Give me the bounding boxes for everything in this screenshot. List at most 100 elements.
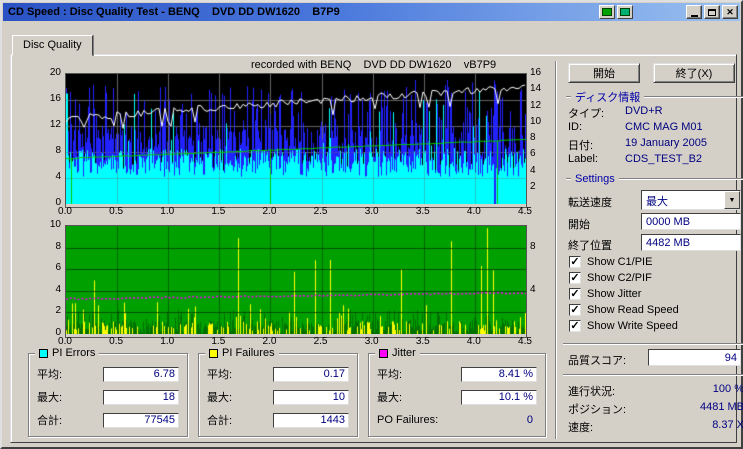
pif-chart-left-axis: 10 8 6 4 2 0 — [49, 219, 61, 338]
dropdown-button[interactable]: ▼ — [724, 191, 740, 209]
checkbox-label: Show Write Speed — [587, 319, 678, 332]
pie-chart-canvas — [66, 74, 526, 204]
jitter-title: Jitter — [392, 347, 416, 359]
disc-date-value: 19 January 2005 — [625, 137, 707, 149]
checkbox-label: Show Jitter — [587, 287, 642, 300]
checkbox-row-read-speed: ✓ Show Read Speed — [569, 303, 679, 316]
exit-button[interactable]: 終了(X) — [653, 63, 735, 83]
po-failures-value: 0 — [526, 414, 533, 426]
score-divider — [563, 343, 743, 345]
progress-label: 進行状況: — [568, 386, 616, 398]
avg-label: 平均: — [37, 369, 63, 381]
quality-score-value: 94 — [648, 349, 741, 366]
transfer-speed-label: 転送速度 — [568, 197, 612, 209]
pi-errors-legend: PI Errors — [35, 347, 100, 359]
minimize-icon — [690, 14, 698, 17]
checkbox-row-write-speed: ✓ Show Write Speed — [569, 319, 678, 332]
chart-recorded-with-label: recorded with BENQ DVD DD DW1620 vB7P9 — [251, 59, 497, 71]
checkmark-icon: ✓ — [570, 319, 580, 332]
pi-failures-legend: PI Failures — [205, 347, 279, 359]
quality-score-label: 品質スコア: — [568, 355, 627, 367]
checkbox-label: Show Read Speed — [587, 303, 679, 316]
titlebar[interactable]: CD Speed : Disc Quality Test - BENQ DVD … — [3, 3, 740, 21]
disc-window-icon[interactable] — [617, 5, 633, 19]
disc-id-value: CMC MAG M01 — [625, 121, 703, 133]
position-label: ポジション: — [568, 404, 627, 416]
tab-label: Disc Quality — [23, 39, 82, 51]
max-label: 最大: — [377, 392, 403, 404]
pi-failures-title: PI Failures — [222, 347, 275, 359]
pif-jitter-chart-canvas — [66, 226, 526, 334]
pi-errors-max-value: 18 — [103, 389, 179, 405]
checkbox-show-c1pie[interactable]: ✓ — [569, 255, 581, 268]
speed-label: 速度: — [568, 422, 594, 434]
pi-failures-avg-value: 0.17 — [273, 366, 349, 382]
green-disc-icon — [620, 8, 630, 16]
jitter-legend: Jitter — [375, 347, 420, 359]
settings-header: Settings — [566, 173, 743, 185]
position-value: 4481 MB — [699, 401, 743, 413]
transfer-speed-select[interactable]: 最大 ▼ — [641, 190, 741, 210]
maximize-button[interactable] — [704, 5, 720, 19]
checkmark-icon: ✓ — [570, 303, 580, 316]
checkbox-row-c1pie: ✓ Show C1/PIE — [569, 255, 652, 268]
minimize-button[interactable] — [686, 5, 702, 19]
jitter-avg-value: 8.41 % — [461, 366, 537, 382]
pie-chart-right-axis: 16 14 12 10 8 6 4 2 — [530, 67, 542, 192]
jitter-group: Jitter 平均: 8.41 % 最大: 10.1 % PO Failures: 0 — [368, 347, 546, 437]
start-position-field[interactable]: 0000 MB — [641, 213, 741, 230]
max-label: 最大: — [207, 392, 233, 404]
total-label: 合計: — [37, 415, 63, 427]
start-position-label: 開始 — [568, 219, 590, 231]
start-button[interactable]: 開始 — [568, 63, 640, 83]
disc-quality-page: recorded with BENQ DVD DD DW1620 vB7P9 2… — [10, 54, 743, 443]
end-position-field[interactable]: 4482 MB — [641, 234, 741, 251]
checkbox-show-write-speed[interactable]: ✓ — [569, 319, 581, 332]
progress-divider — [563, 374, 743, 376]
window-controls: ✕ — [686, 5, 738, 19]
max-label: 最大: — [37, 392, 63, 404]
disc-info-header: ディスク情報 — [566, 89, 743, 105]
tab-disc-quality[interactable]: Disc Quality — [12, 35, 93, 56]
jitter-max-value: 10.1 % — [461, 389, 537, 405]
pi-errors-group: PI Errors 平均: 6.78 最大: 18 合計: 77545 — [28, 347, 188, 437]
divider-line — [618, 178, 743, 180]
pie-chart-frame — [65, 73, 527, 208]
disc-type-value: DVD+R — [625, 105, 663, 117]
po-failures-label: PO Failures: — [377, 414, 439, 426]
settings-title: Settings — [575, 173, 615, 185]
avg-label: 平均: — [377, 369, 403, 381]
divider-line — [644, 96, 743, 98]
pif-chart-right-axis: 84 — [530, 240, 536, 295]
total-label: 合計: — [207, 415, 233, 427]
pi-failures-group: PI Failures 平均: 0.17 最大: 10 合計: 1443 — [198, 347, 358, 437]
checkbox-show-jitter[interactable]: ✓ — [569, 287, 581, 300]
progress-value: 100 % — [712, 383, 743, 395]
disc-id-label: ID: — [568, 121, 583, 133]
pi-failures-total-value: 1443 — [273, 412, 349, 428]
checkbox-row-jitter: ✓ Show Jitter — [569, 287, 641, 300]
pi-errors-avg-value: 6.78 — [103, 366, 179, 382]
pi-failures-color-swatch — [209, 348, 218, 358]
speed-value: 8.37 X — [712, 419, 743, 431]
pi-failures-max-value: 10 — [273, 389, 349, 405]
close-button[interactable]: ✕ — [722, 5, 738, 19]
checkbox-row-c2pif: ✓ Show C2/PIF — [569, 271, 652, 284]
pi-errors-total-value: 77545 — [103, 412, 179, 428]
disc-label-value: CDS_TEST_B2 — [625, 153, 703, 165]
green-chart-icon — [602, 8, 612, 16]
checkmark-icon: ✓ — [570, 287, 580, 300]
panel-divider — [555, 61, 557, 439]
disc-label-label: Label: — [568, 153, 598, 165]
checkbox-show-read-speed[interactable]: ✓ — [569, 303, 581, 316]
checkbox-label: Show C2/PIF — [587, 271, 652, 284]
close-icon: ✕ — [726, 6, 734, 17]
pif-chart-frame — [65, 225, 527, 338]
graph-window-icon[interactable] — [599, 5, 615, 19]
checkbox-show-c2pif[interactable]: ✓ — [569, 271, 581, 284]
pie-chart-x-axis: 0.0 0.5 1.0 1.5 2.0 2.5 3.0 3.5 4.0 4.5 — [58, 206, 532, 217]
chevron-down-icon: ▼ — [728, 196, 736, 204]
transfer-speed-value: 最大 — [646, 196, 668, 208]
checkmark-icon: ✓ — [570, 255, 580, 268]
pi-errors-color-swatch — [39, 348, 48, 358]
